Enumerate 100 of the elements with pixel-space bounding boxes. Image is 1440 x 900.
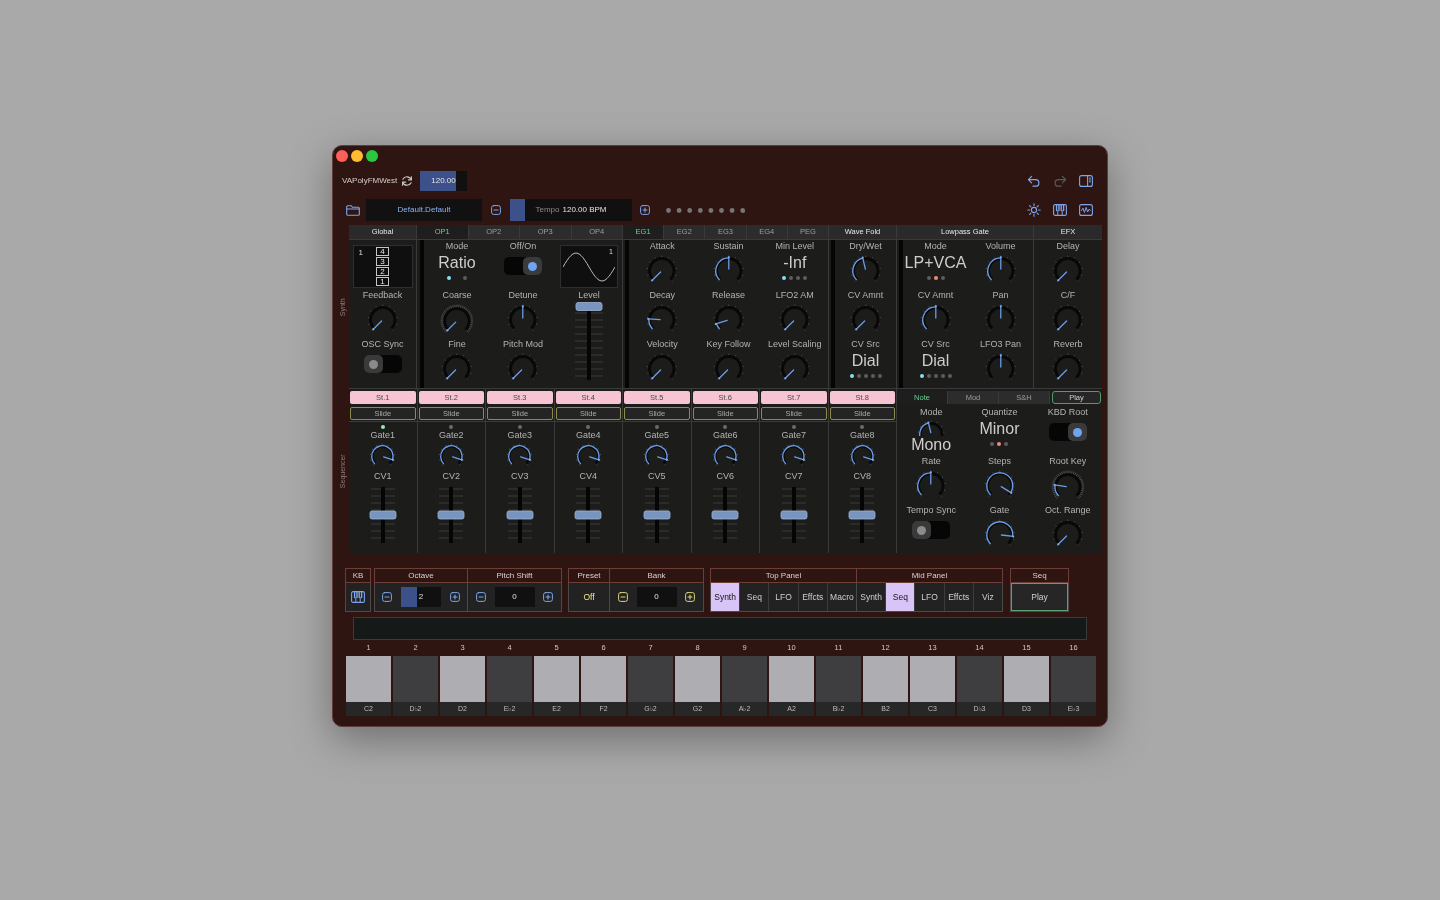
knob[interactable] xyxy=(919,304,952,332)
knob[interactable] xyxy=(712,304,745,332)
knob[interactable] xyxy=(1052,353,1084,381)
knob[interactable] xyxy=(366,304,399,332)
slider-track[interactable] xyxy=(437,484,466,545)
sun-icon[interactable] xyxy=(1027,203,1041,217)
sidebar-icon[interactable] xyxy=(1079,175,1093,187)
knob[interactable] xyxy=(646,353,678,381)
selector-value[interactable]: Minor xyxy=(979,420,1020,438)
slider-thumb[interactable] xyxy=(437,510,465,519)
piano-keys-icon[interactable] xyxy=(1053,204,1067,216)
plus-icon[interactable] xyxy=(543,592,553,602)
minus-icon[interactable] xyxy=(491,205,501,215)
toggle-switch[interactable] xyxy=(912,521,951,539)
panel-tab[interactable]: LFO xyxy=(915,583,945,611)
slider-thumb[interactable] xyxy=(506,510,534,519)
knob[interactable] xyxy=(983,470,1016,498)
knob[interactable] xyxy=(646,255,678,283)
knob[interactable] xyxy=(917,420,946,436)
knob[interactable] xyxy=(915,470,947,498)
slider-thumb[interactable] xyxy=(643,510,671,519)
refresh-icon[interactable] xyxy=(401,175,413,187)
slider-track[interactable] xyxy=(711,484,740,545)
control-label: CV2 xyxy=(442,470,460,482)
knob[interactable] xyxy=(1050,470,1085,500)
knob[interactable] xyxy=(507,353,539,381)
slider-thumb[interactable] xyxy=(575,302,603,311)
folder-icon[interactable] xyxy=(346,204,360,216)
slider-track[interactable] xyxy=(368,484,397,545)
panel-tab[interactable]: Effcts xyxy=(944,583,974,611)
value-field[interactable]: 120.00 xyxy=(420,171,467,191)
panel-tab[interactable]: Seq xyxy=(740,583,770,611)
slider-thumb[interactable] xyxy=(369,510,397,519)
minus-icon[interactable] xyxy=(476,592,486,602)
minimize-button[interactable] xyxy=(351,149,363,162)
minus-icon[interactable] xyxy=(382,592,392,602)
slider-track[interactable] xyxy=(642,484,671,545)
knob[interactable] xyxy=(1052,255,1084,283)
selector-value[interactable]: -Inf xyxy=(783,254,807,272)
knob[interactable] xyxy=(1052,519,1084,547)
toggle-switch[interactable] xyxy=(1048,423,1087,441)
bank-field[interactable]: 0 xyxy=(636,587,677,607)
knob[interactable] xyxy=(506,443,534,467)
slider-track[interactable] xyxy=(848,484,877,545)
tempo-field[interactable]: Tempo 120.00 BPM xyxy=(510,199,632,221)
plus-icon[interactable] xyxy=(450,592,460,602)
slider-track[interactable] xyxy=(779,484,808,545)
preset-name-field[interactable]: Default.Default xyxy=(366,199,482,221)
play-button[interactable]: Play xyxy=(1011,583,1068,611)
knob[interactable] xyxy=(780,443,808,467)
knob[interactable] xyxy=(849,255,882,283)
slider-track[interactable] xyxy=(573,302,605,382)
knob[interactable] xyxy=(712,353,745,381)
slider-thumb[interactable] xyxy=(711,510,739,519)
undo-icon[interactable] xyxy=(1027,175,1041,187)
control-label: Gate4 xyxy=(576,430,601,441)
slider-track[interactable] xyxy=(505,484,534,545)
knob[interactable] xyxy=(369,443,397,467)
knob[interactable] xyxy=(779,304,811,332)
knob[interactable] xyxy=(574,443,602,467)
slider-track[interactable] xyxy=(574,484,603,545)
knob[interactable] xyxy=(984,255,1017,283)
selector-value[interactable]: Ratio xyxy=(438,254,476,272)
knob[interactable] xyxy=(711,443,739,467)
close-button[interactable] xyxy=(336,149,348,162)
panel-tab[interactable]: Viz xyxy=(973,583,1002,611)
knob[interactable] xyxy=(849,304,882,332)
pitch-shift-field[interactable]: 0 xyxy=(494,587,535,607)
selector-value[interactable]: LP+VCA xyxy=(904,254,967,272)
zoom-button[interactable] xyxy=(366,149,378,162)
knob[interactable] xyxy=(1052,304,1084,332)
panel-tab[interactable]: Macro xyxy=(827,583,856,611)
octave-field[interactable]: 2 xyxy=(401,587,441,607)
app-name: VAPolyFMWest xyxy=(342,175,399,187)
plus-icon[interactable] xyxy=(685,592,695,602)
plus-icon[interactable] xyxy=(640,205,650,215)
panel-tab[interactable]: Effcts xyxy=(798,583,828,611)
slider-thumb[interactable] xyxy=(848,510,876,519)
toggle-switch[interactable] xyxy=(363,355,402,373)
knob[interactable] xyxy=(437,443,465,467)
waveform-icon[interactable] xyxy=(1079,204,1093,216)
minus-icon[interactable] xyxy=(618,592,628,602)
knob[interactable] xyxy=(848,443,876,467)
keyboard-icon[interactable] xyxy=(351,591,365,603)
slider-thumb[interactable] xyxy=(780,510,808,519)
page-dots-icon xyxy=(666,207,745,213)
slider-thumb[interactable] xyxy=(574,510,602,519)
toggle-switch[interactable] xyxy=(504,257,542,275)
knob[interactable] xyxy=(983,519,1016,547)
knob[interactable] xyxy=(643,443,671,467)
knob[interactable] xyxy=(779,353,811,381)
preset-state[interactable]: Off xyxy=(583,590,595,604)
panel-tab[interactable]: Seq xyxy=(886,583,916,611)
knob[interactable] xyxy=(712,255,745,283)
knob[interactable] xyxy=(646,304,678,332)
selector-value[interactable]: Dial xyxy=(851,352,880,370)
panel-tab[interactable]: LFO xyxy=(769,583,799,611)
knob[interactable] xyxy=(441,353,473,381)
selector-value[interactable]: Dial xyxy=(921,352,950,370)
panel-tab[interactable]: Synth xyxy=(711,583,741,611)
